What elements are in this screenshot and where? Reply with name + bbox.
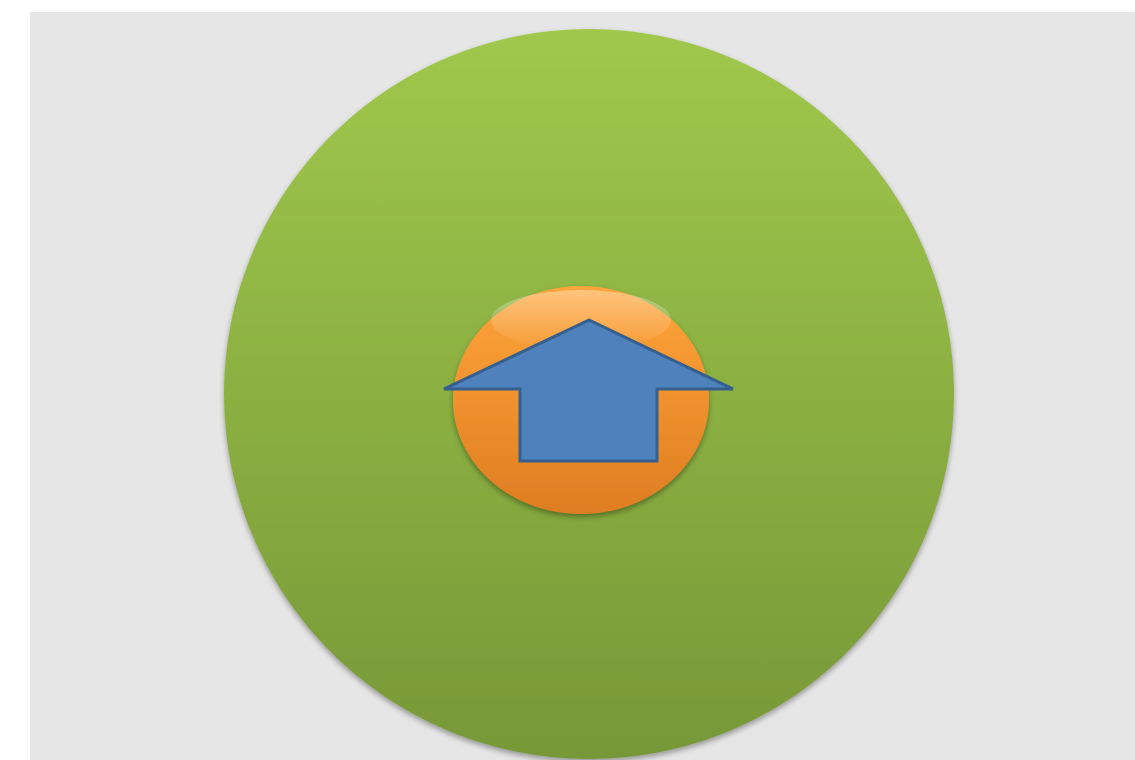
diagram-canvas [224,29,954,759]
